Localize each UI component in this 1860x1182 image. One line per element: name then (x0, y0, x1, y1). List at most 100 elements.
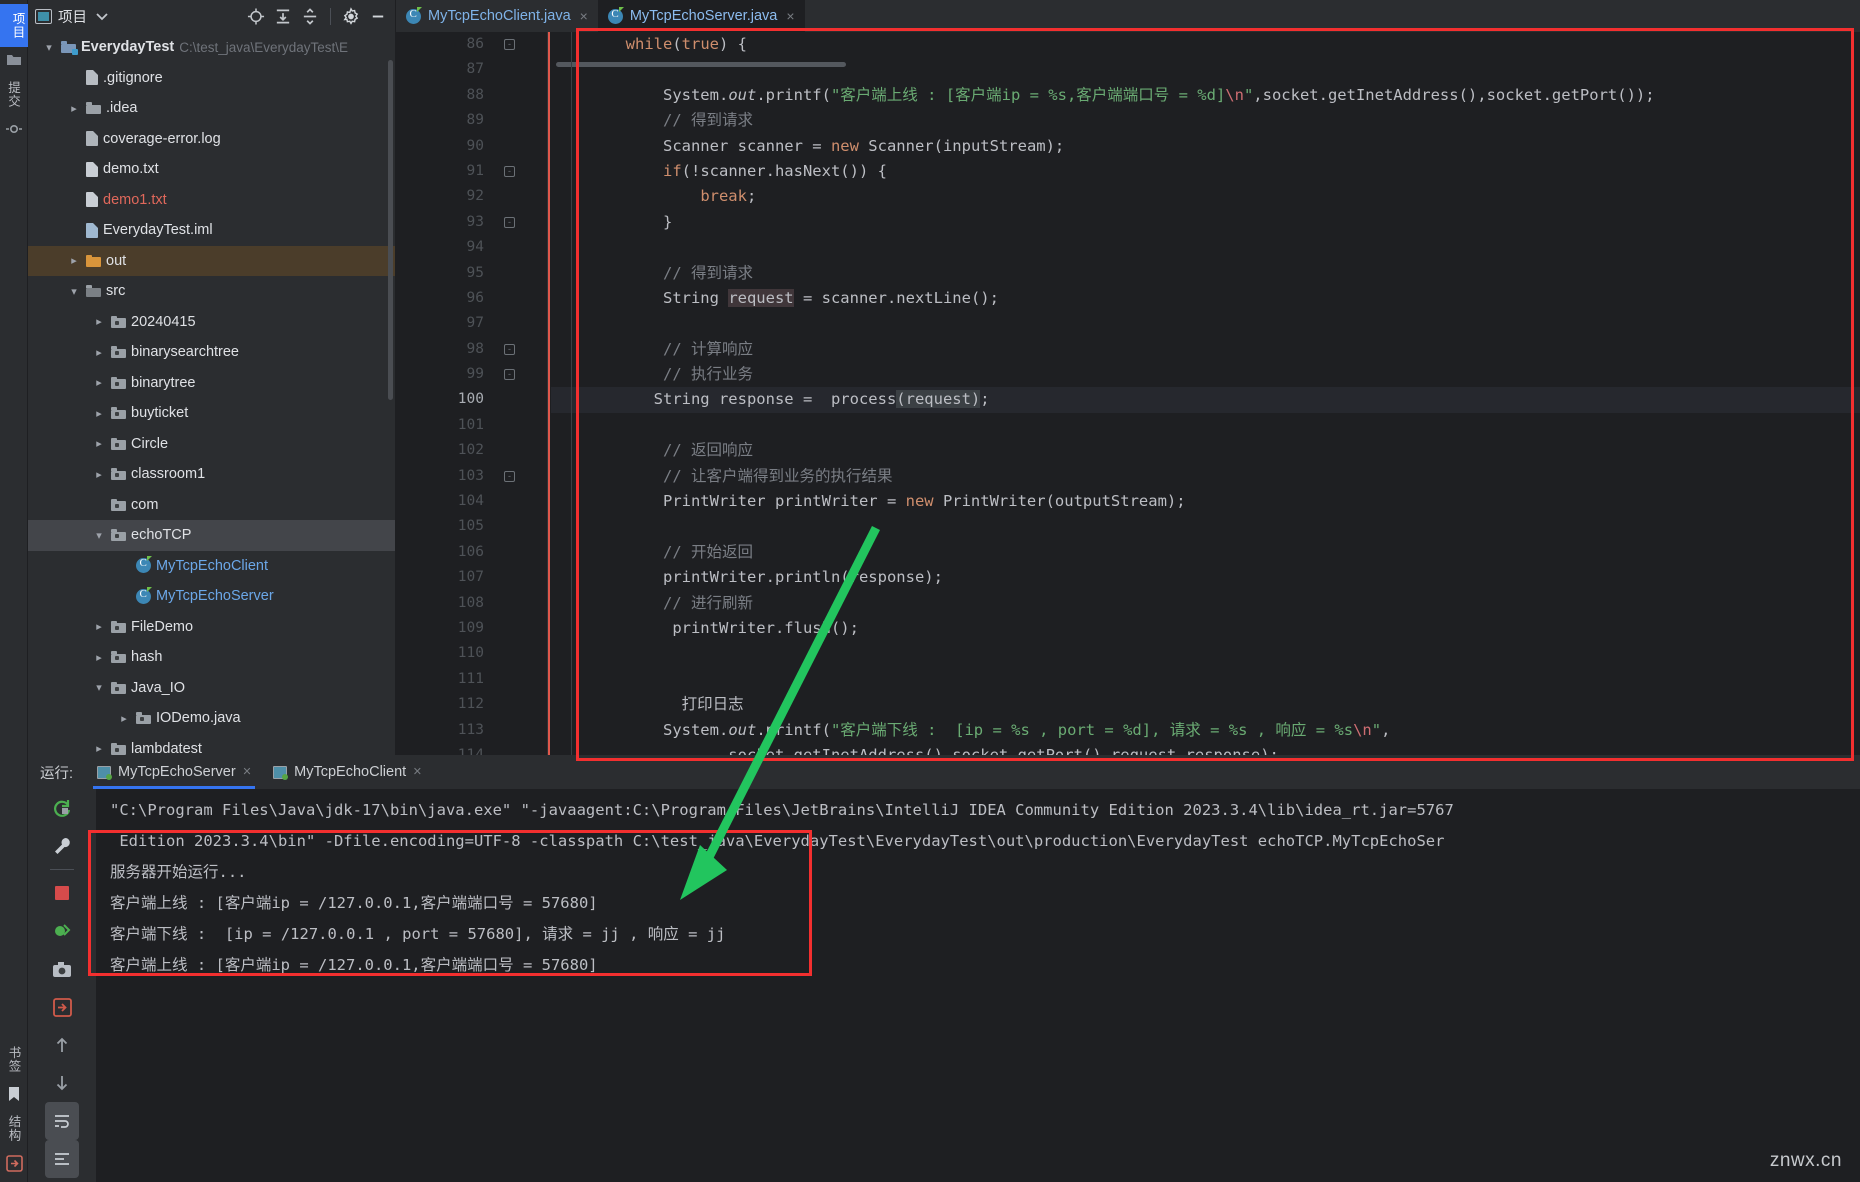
code-line-108[interactable]: // 进行刷新 (551, 591, 1860, 616)
tree-row-com[interactable]: ▸com (28, 490, 395, 521)
source-code-text[interactable]: while(true) { System.out.printf("客户端上线 :… (551, 32, 1860, 755)
code-line-101[interactable] (551, 413, 1860, 438)
code-line-93[interactable]: } (551, 210, 1860, 235)
code-line-91[interactable]: if(!scanner.hasNext()) { (551, 159, 1860, 184)
code-line-102[interactable]: // 返回响应 (551, 438, 1860, 463)
line-number[interactable]: 89 (396, 108, 496, 133)
tree-expand-arrow[interactable]: ▸ (67, 254, 81, 267)
rail-item-bookmarks[interactable]: 书签 (5, 1038, 24, 1081)
code-fold-marker[interactable]: - (504, 369, 515, 381)
code-line-86[interactable]: while(true) { (551, 32, 1860, 57)
tree-row-mytcpechoserver[interactable]: ▸MyTcpEchoServer (28, 581, 395, 612)
tree-row-20240415[interactable]: ▸ 20240415 (28, 307, 395, 338)
code-line-111[interactable] (551, 667, 1860, 692)
line-number[interactable]: 86 (396, 32, 496, 57)
tree-row-classroom1[interactable]: ▸ classroom1 (28, 459, 395, 490)
soft-wrap-icon[interactable] (45, 1102, 79, 1140)
run-tab-mytcpechoserver[interactable]: MyTcpEchoServer × (87, 755, 261, 789)
line-number[interactable]: 106 (396, 540, 496, 565)
code-line-95[interactable]: // 得到请求 (551, 261, 1860, 286)
tree-row--idea[interactable]: ▸ .idea (28, 93, 395, 124)
code-line-103[interactable]: // 让客户端得到业务的执行结果 (551, 464, 1860, 489)
line-number[interactable]: 88 (396, 83, 496, 108)
rerun-icon[interactable] (45, 789, 79, 827)
code-folding-column[interactable]: - - - - - - (496, 32, 526, 755)
tree-expand-arrow[interactable]: ▸ (92, 407, 106, 420)
tree-row-circle[interactable]: ▸ Circle (28, 429, 395, 460)
stop-icon[interactable] (45, 874, 79, 912)
chevron-down-icon[interactable] (93, 7, 111, 25)
code-line-114[interactable]: socket.getInetAddress(),socket.getPort()… (551, 743, 1860, 755)
run-tab-mytcpechoclient[interactable]: MyTcpEchoClient × (263, 755, 431, 789)
line-number[interactable]: 90 (396, 134, 496, 159)
minimize-icon[interactable] (369, 7, 387, 25)
collapse-all-icon[interactable] (301, 7, 319, 25)
tree-row-buyticket[interactable]: ▸ buyticket (28, 398, 395, 429)
tree-row-everydaytest-iml[interactable]: ▸EverydayTest.iml (28, 215, 395, 246)
close-icon[interactable]: × (786, 8, 794, 24)
code-line-98[interactable]: // 计算响应 (551, 337, 1860, 362)
code-line-112[interactable]: 打印日志 (551, 692, 1860, 717)
gear-icon[interactable] (342, 6, 360, 25)
code-line-88[interactable]: System.out.printf("客户端上线 : [客户端ip = %s,客… (551, 83, 1860, 108)
close-icon[interactable]: × (243, 764, 251, 780)
line-number[interactable]: 98 (396, 337, 496, 362)
align-icon[interactable] (45, 1140, 79, 1178)
code-line-89[interactable]: // 得到请求 (551, 108, 1860, 133)
horizontal-scrollbar[interactable] (556, 62, 846, 67)
code-fold-marker[interactable]: - (504, 39, 515, 50)
line-number[interactable]: 92 (396, 184, 496, 209)
run-tool-window-tabs[interactable]: 运行: MyTcpEchoServer × MyTcpEchoClient × (28, 755, 1860, 789)
tree-row-mytcpechoclient[interactable]: ▸MyTcpEchoClient (28, 551, 395, 582)
rail-item-project[interactable]: 项目 (0, 4, 28, 47)
line-number[interactable]: 96 (396, 286, 496, 311)
code-fold-marker[interactable]: - (504, 343, 515, 355)
line-number[interactable]: 109 (396, 616, 496, 641)
tree-row-hash[interactable]: ▸ hash (28, 642, 395, 673)
editor-tab-mytcpechoserver[interactable]: MyTcpEchoServer.java × (597, 0, 805, 32)
tree-row-iodemo-java[interactable]: ▸ IODemo.java (28, 703, 395, 734)
line-number[interactable]: 101 (396, 413, 496, 438)
code-line-107[interactable]: printWriter.println(response); (551, 565, 1860, 590)
tree-row-everydaytest[interactable]: ▾ EverydayTest C:\test_java\EverydayTest\E (28, 32, 395, 63)
folder-icon[interactable] (1, 47, 27, 73)
tree-expand-arrow[interactable]: ▸ (92, 376, 106, 389)
code-fold-marker[interactable]: - (504, 470, 515, 482)
locate-icon[interactable] (247, 7, 265, 25)
line-number[interactable]: 111 (396, 667, 496, 692)
line-number[interactable]: 110 (396, 641, 496, 666)
line-number[interactable]: 93 (396, 210, 496, 235)
line-number[interactable]: 113 (396, 718, 496, 743)
camera-icon[interactable] (45, 950, 79, 988)
line-number[interactable]: 107 (396, 565, 496, 590)
panel-splitter-handle[interactable] (388, 60, 393, 400)
tree-expand-arrow[interactable]: ▾ (92, 529, 106, 542)
code-line-96[interactable]: String request = scanner.nextLine(); (551, 286, 1860, 311)
exit-icon[interactable] (45, 988, 79, 1026)
line-number[interactable]: 97 (396, 311, 496, 336)
tree-expand-arrow[interactable]: ▸ (92, 651, 106, 664)
line-number[interactable]: 87 (396, 57, 496, 82)
tree-row-src[interactable]: ▾ src (28, 276, 395, 307)
tree-expand-arrow[interactable]: ▸ (92, 620, 106, 633)
code-line-105[interactable] (551, 514, 1860, 539)
tree-row-echotcp[interactable]: ▾ echoTCP (28, 520, 395, 551)
line-number[interactable]: 108 (396, 591, 496, 616)
code-editor[interactable]: 86 87 88 89 90 91 92 93 94 95 96 97 98 99 100 101 102 103… (396, 32, 1860, 763)
tree-row--gitignore[interactable]: ▸.gitignore (28, 63, 395, 94)
wrench-icon[interactable] (45, 827, 79, 865)
close-icon[interactable]: × (580, 8, 588, 24)
tree-row-coverage-error-log[interactable]: ▸coverage-error.log (28, 124, 395, 155)
tree-row-out[interactable]: ▸ out (28, 245, 395, 276)
tree-row-demo-txt[interactable]: ▸demo.txt (28, 154, 395, 185)
line-number[interactable]: 103 (396, 464, 496, 489)
scroll-up-icon[interactable] (45, 1026, 79, 1064)
close-icon[interactable]: × (413, 764, 421, 780)
print-icon[interactable] (45, 1178, 79, 1182)
code-line-90[interactable]: Scanner scanner = new Scanner(inputStrea… (551, 134, 1860, 159)
line-number[interactable]: 94 (396, 235, 496, 260)
tree-row-lambdatest[interactable]: ▸ lambdatest (28, 734, 395, 755)
tree-row-binarytree[interactable]: ▸ binarytree (28, 368, 395, 399)
rail-item-structure[interactable]: 结构 (5, 1107, 24, 1150)
bookmark-icon[interactable] (1, 1081, 27, 1107)
